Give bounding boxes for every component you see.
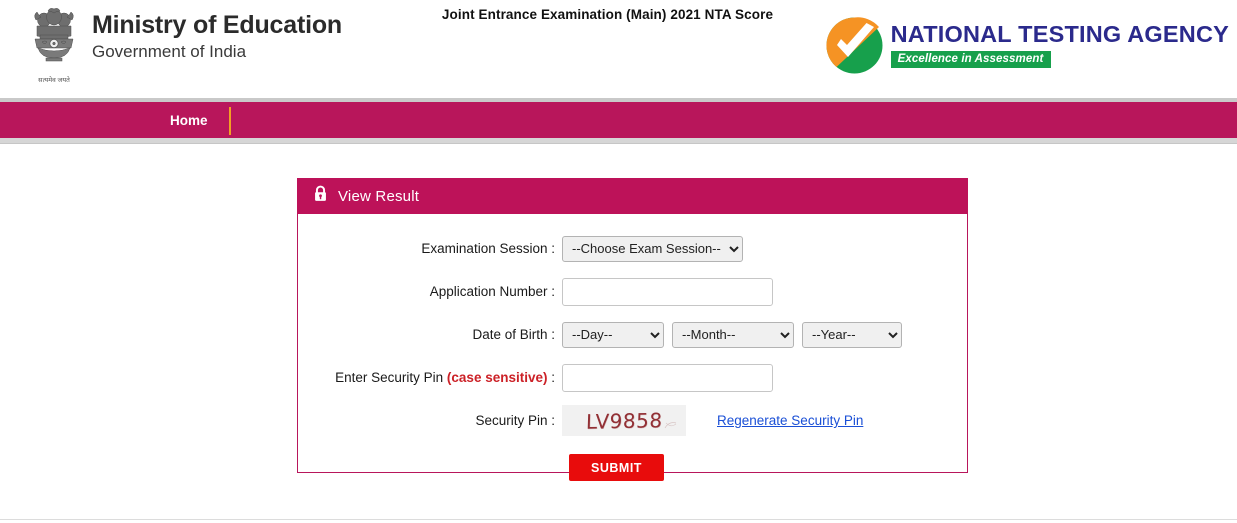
security-pin-input[interactable]	[562, 363, 773, 392]
security-pin-display-field: LV9858 Regenerate Security Pin	[562, 405, 863, 436]
nta-tagline: Excellence in Assessment	[890, 50, 1052, 68]
dob-month-select[interactable]: --Month--	[672, 321, 794, 348]
enter-security-pin-label-main: Enter Security Pin	[335, 370, 447, 385]
enter-security-pin-label-colon: :	[547, 370, 555, 385]
application-number-field	[562, 277, 773, 306]
view-result-form: Examination Session : --Choose Exam Sess…	[297, 214, 968, 481]
nta-checkmark-circle-logo-icon	[823, 14, 886, 77]
view-result-card-header: View Result	[297, 178, 968, 214]
form-row-date-of-birth: Date of Birth : --Day-- --Month-- --Year…	[298, 313, 967, 356]
nav-separator	[229, 107, 231, 135]
enter-security-pin-label: Enter Security Pin (case sensitive) :	[298, 370, 562, 385]
lock-icon	[313, 185, 328, 207]
captcha-text: LV9858	[585, 407, 663, 434]
nta-name: NATIONAL TESTING AGENCY	[890, 21, 1229, 48]
form-row-exam-session: Examination Session : --Choose Exam Sess…	[298, 227, 967, 270]
security-pin-display-label: Security Pin :	[475, 413, 555, 428]
form-row-application-number: Application Number :	[298, 270, 967, 313]
submit-button[interactable]: SUBMIT	[569, 454, 664, 481]
form-row-enter-security-pin: Enter Security Pin (case sensitive) :	[298, 356, 967, 399]
regenerate-security-pin-link[interactable]: Regenerate Security Pin	[717, 413, 863, 428]
main-content: View Result Examination Session : --Choo…	[0, 144, 1237, 522]
main-navbar: Home	[0, 102, 1237, 138]
dob-year-select[interactable]: --Year--	[802, 321, 902, 348]
form-row-security-pin-display: Security Pin : LV9858 Regenerate Securit…	[298, 399, 967, 442]
nav-item-home[interactable]: Home	[150, 102, 230, 138]
exam-session-label: Examination Session :	[421, 241, 555, 256]
application-number-label: Application Number :	[429, 284, 555, 299]
application-number-input[interactable]	[562, 277, 773, 306]
view-result-card: View Result Examination Session : --Choo…	[297, 178, 968, 481]
date-of-birth-field: --Day-- --Month-- --Year--	[562, 321, 902, 348]
enter-security-pin-field	[562, 363, 773, 392]
date-of-birth-label: Date of Birth :	[472, 327, 555, 342]
nta-branding: NATIONAL TESTING AGENCY Excellence in As…	[823, 14, 1229, 77]
card-title: View Result	[338, 187, 420, 205]
exam-session-select[interactable]: --Choose Exam Session--	[562, 235, 743, 262]
captcha-image: LV9858	[562, 405, 686, 436]
captcha-noise-decoration	[664, 422, 677, 429]
page-header: सत्यमेव जयते Ministry of Education Gover…	[0, 0, 1237, 98]
exam-session-field: --Choose Exam Session--	[562, 235, 743, 262]
dob-day-select[interactable]: --Day--	[562, 321, 664, 348]
ministry-subtitle: Government of India	[92, 42, 247, 61]
form-row-submit: SUBMIT	[298, 454, 967, 481]
case-sensitive-note: (case sensitive)	[446, 370, 548, 385]
nta-wordmark: NATIONAL TESTING AGENCY Excellence in As…	[890, 21, 1229, 68]
page-footer-divider	[0, 519, 1237, 520]
